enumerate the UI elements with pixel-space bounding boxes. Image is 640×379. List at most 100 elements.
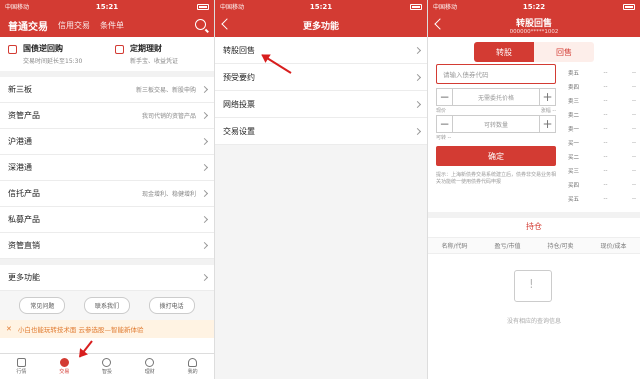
contact-button[interactable]: 联系我们: [83, 297, 130, 314]
holdings-tab[interactable]: 持仓: [428, 212, 640, 238]
clock: 15:21: [309, 2, 333, 11]
plus-icon[interactable]: +: [539, 88, 555, 106]
nav-smart-invest[interactable]: 智投: [86, 354, 129, 379]
bottom-nav: 行情 交易 智投 理财 我的: [0, 353, 214, 379]
menu-tender-offer[interactable]: 预受要约: [215, 64, 427, 91]
search-icon[interactable]: [195, 19, 206, 30]
tab-credit-trade[interactable]: 信用交易: [58, 20, 90, 31]
tab-putback[interactable]: 回售: [534, 42, 594, 62]
call-button[interactable]: 拨打电话: [148, 297, 195, 314]
tab-conditional-order[interactable]: 条件单: [100, 20, 124, 31]
segmented-control: 转股 回售: [428, 37, 640, 67]
quote-price: --: [603, 196, 608, 202]
menu-online-voting[interactable]: 网络投票: [215, 91, 427, 118]
smart-icon: [102, 358, 112, 367]
col-header: 盈亏/市值: [494, 243, 521, 250]
repo-icon: [8, 45, 17, 54]
chevron-right-icon: [200, 85, 209, 94]
quote-row: 买一 -- --: [568, 136, 636, 150]
bond-code-input[interactable]: 请输入债券代码: [436, 64, 556, 84]
quote-label: 卖五: [568, 71, 580, 77]
menu-trade-settings[interactable]: 交易设置: [215, 118, 427, 145]
tab-normal-trade[interactable]: 普通交易: [8, 18, 48, 33]
status-bar: 中国移动 15:22: [428, 0, 640, 13]
quote-label: 买五: [568, 197, 580, 203]
trade-icon: [59, 358, 69, 367]
price-info: 现价 涨幅 --: [436, 106, 556, 115]
page-header: 更多功能: [215, 13, 427, 37]
clock: 15:22: [522, 2, 546, 11]
quote-volume: --: [632, 98, 636, 104]
holdings-header: 名称/代码 盈亏/市值 持仓/可卖 现价/成本: [428, 238, 640, 254]
change-label: 涨幅 --: [540, 108, 556, 114]
wallet-icon: [145, 358, 155, 367]
quote-label: 卖三: [568, 99, 580, 105]
quote-row: 卖一 -- --: [568, 122, 636, 136]
quote-label: 卖二: [568, 113, 580, 119]
quote-row: 卖二 -- --: [568, 108, 636, 122]
menu-row-private-equity[interactable]: 私募产品: [0, 207, 214, 233]
tab-convert[interactable]: 转股: [474, 42, 534, 62]
nav-label: 智投: [101, 369, 112, 375]
minus-icon[interactable]: −: [437, 115, 453, 133]
quote-price: --: [603, 168, 608, 174]
menu-row-more-functions[interactable]: 更多功能: [0, 265, 214, 291]
row-label: 沪港通: [8, 137, 32, 146]
menu-row-trust[interactable]: 信托产品 现金增利、稳健增利: [0, 181, 214, 207]
finance-icon: [115, 45, 124, 54]
chevron-right-icon: [413, 73, 422, 81]
row-label: 资管产品: [8, 111, 40, 120]
plus-icon[interactable]: +: [539, 115, 555, 133]
menu-row-asset-mgmt[interactable]: 资管产品 我司代销的资管产品: [0, 103, 214, 129]
row-label: 私募产品: [8, 215, 40, 224]
menu-row-sz-hk-connect[interactable]: 深港通: [0, 155, 214, 181]
row-label: 深港通: [8, 163, 32, 172]
nav-finance[interactable]: 理财: [128, 354, 171, 379]
quote-row: 买三 -- --: [568, 164, 636, 178]
row-label: 资管直销: [8, 241, 40, 250]
menu-row-direct-asset-mgmt[interactable]: 资管直销: [0, 233, 214, 259]
page-header: 转股回售 000000*****1002: [428, 13, 640, 37]
promo-fixed-finance[interactable]: 定期理财 新手宝、收益凭证: [107, 37, 214, 71]
price-placeholder: 无需委托价格: [477, 94, 514, 102]
menu-row-sh-hk-connect[interactable]: 沪港通: [0, 129, 214, 155]
quote-price: --: [603, 126, 608, 132]
close-icon[interactable]: ✕: [6, 325, 12, 333]
nav-me[interactable]: 我的: [171, 354, 214, 379]
row-label: 新三板: [8, 85, 32, 94]
confirm-button[interactable]: 确定: [436, 146, 556, 166]
menu-row-neeq[interactable]: 新三板 新三板交易、新股申购: [0, 77, 214, 103]
promo-banner[interactable]: ✕ 小白也能玩转技术面 云参选股—智能新体验: [0, 320, 214, 338]
quote-volume: --: [632, 196, 636, 202]
quote-row: 卖五 -- --: [568, 66, 636, 80]
price-stepper[interactable]: − 无需委托价格 +: [436, 88, 556, 106]
promo-reverse-repo[interactable]: 国债逆回购 交易时间延长至15:30: [0, 37, 107, 71]
row-desc: 我司代销的资管产品: [141, 113, 196, 120]
row-label: 转股回售: [223, 45, 255, 55]
banner-text: 小白也能玩转技术面 云参选股—智能新体验: [17, 326, 144, 334]
chevron-right-icon: [200, 111, 209, 120]
quote-volume: --: [632, 154, 636, 160]
quantity-stepper[interactable]: − 可转数量 +: [436, 115, 556, 133]
promo-title: 定期理财: [130, 44, 162, 53]
nav-quotes[interactable]: 行情: [0, 354, 43, 379]
quote-volume: --: [632, 140, 636, 146]
col-header: 现价/成本: [600, 243, 627, 250]
quote-row: 买五 -- --: [568, 192, 636, 206]
chevron-right-icon: [413, 100, 422, 108]
minus-icon[interactable]: −: [437, 88, 453, 106]
quote-row: 买二 -- --: [568, 150, 636, 164]
quote-label: 买三: [568, 169, 580, 175]
quote-volume: --: [632, 70, 636, 76]
quote-label: 买一: [568, 141, 580, 147]
quote-row: 卖三 -- --: [568, 94, 636, 108]
promo-strip: 国债逆回购 交易时间延长至15:30 定期理财 新手宝、收益凭证: [0, 37, 214, 77]
battery-icon: [407, 3, 422, 10]
order-form: 请输入债券代码 − 无需委托价格 + 现价 涨幅 -- − 可转数量 + 可转 …: [436, 64, 556, 186]
faq-button[interactable]: 常见问题: [19, 297, 66, 314]
promo-subtitle: 交易时间延长至15:30: [23, 58, 83, 65]
quote-label: 买四: [568, 183, 580, 189]
chevron-right-icon: [200, 273, 209, 282]
menu-conversion-putback[interactable]: 转股回售: [215, 37, 427, 64]
row-desc: 新三板交易、新股申购: [135, 87, 196, 94]
